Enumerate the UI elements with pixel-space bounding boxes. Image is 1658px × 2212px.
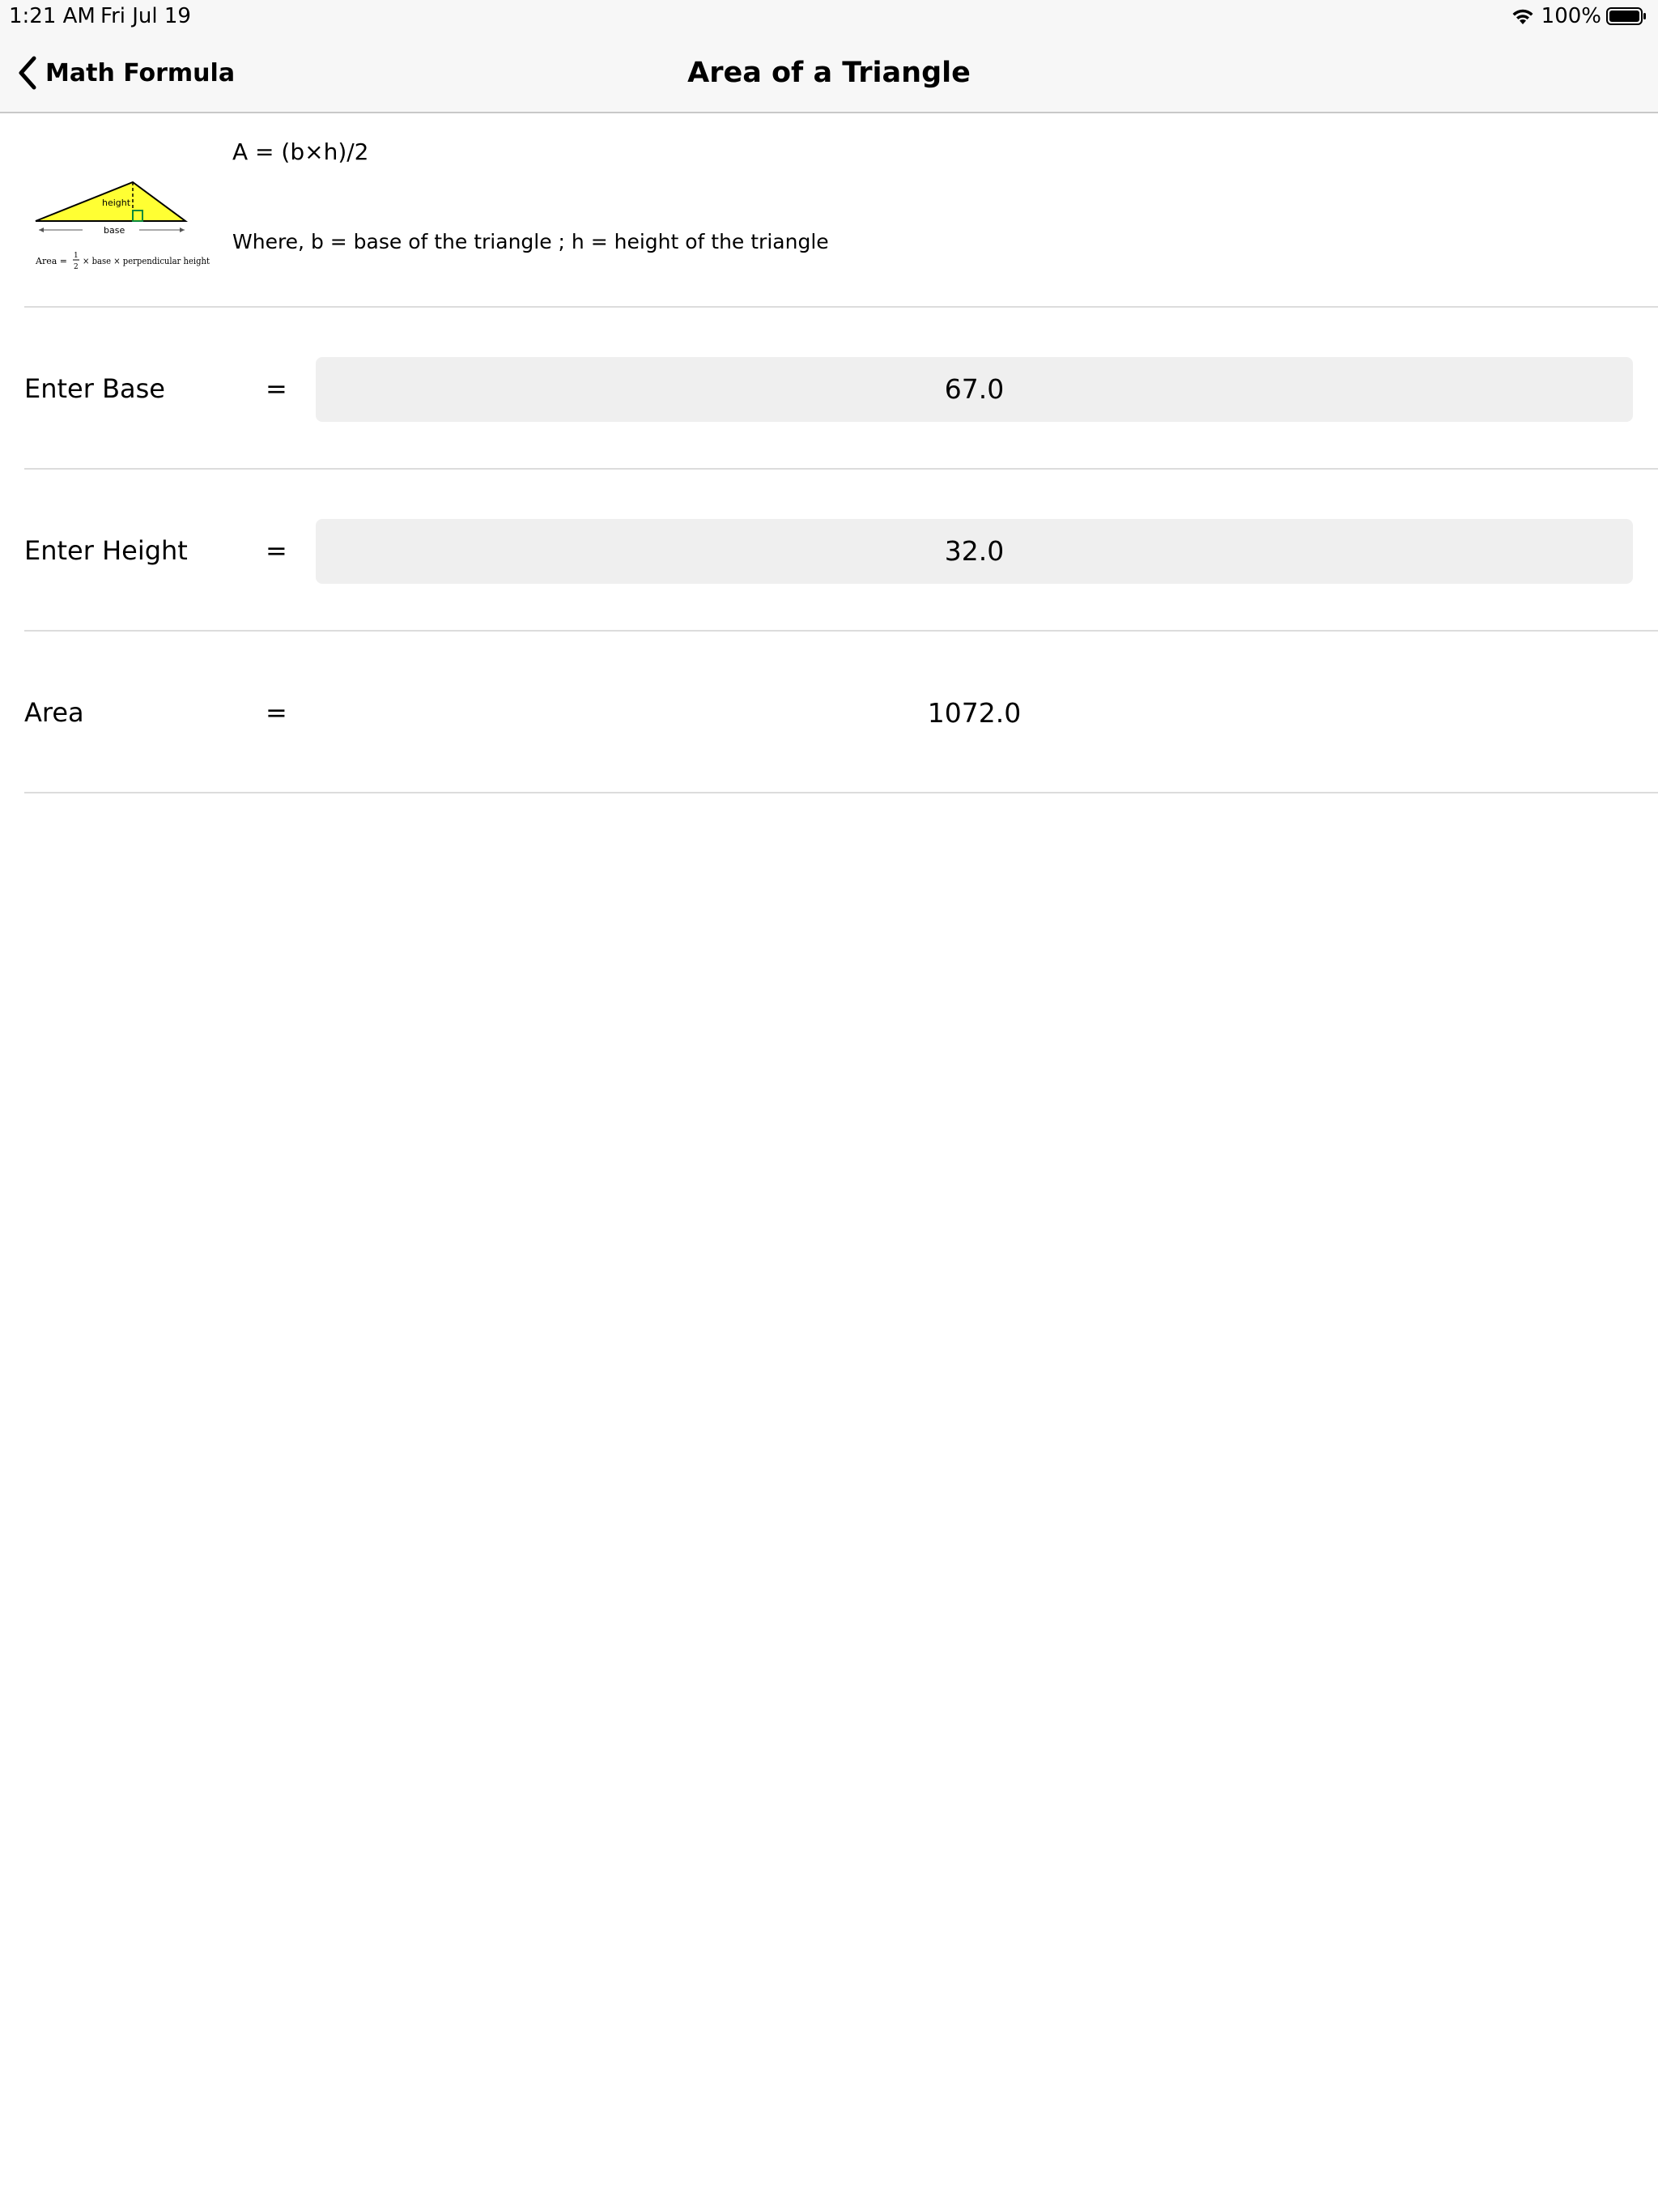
navigation-bar: Math Formula Area of a Triangle: [0, 32, 1658, 113]
height-label: Enter Height: [24, 535, 188, 566]
area-label: Area: [24, 697, 84, 728]
area-result: 1072.0: [927, 697, 1022, 729]
diagram-caption-numerator: 1: [74, 252, 79, 260]
wifi-icon: [1512, 9, 1533, 24]
base-row: Enter Base =: [0, 308, 1658, 470]
battery-icon: [1606, 7, 1646, 25]
status-date: Fri Jul 19: [100, 4, 191, 28]
status-time: 1:21 AM: [9, 4, 96, 28]
base-input[interactable]: [316, 357, 1633, 422]
diagram-caption-suffix: × base × perpendicular height: [83, 256, 210, 266]
battery-percentage: 100%: [1541, 4, 1601, 28]
formula-section: height base Area = 1 2 × base × perpendi…: [0, 113, 1658, 308]
divider: [24, 792, 1658, 793]
screen: 1:21 AM Fri Jul 19 100% Math Formula Are…: [0, 0, 1658, 2212]
equals-sign: =: [266, 697, 287, 728]
area-row: Area = 1072.0: [0, 632, 1658, 793]
equals-sign: =: [266, 535, 287, 566]
equals-sign: =: [266, 373, 287, 404]
base-label: Enter Base: [24, 373, 165, 404]
status-indicators: 100%: [1511, 2, 1647, 30]
status-bar: 1:21 AM Fri Jul 19 100%: [0, 0, 1658, 32]
diagram-base-label: base: [104, 225, 125, 236]
diagram-height-label: height: [102, 198, 131, 208]
formula-description: Where, b = base of the triangle ; h = he…: [232, 230, 829, 253]
diagram-caption-prefix: Area =: [35, 256, 67, 266]
triangle-diagram: height base Area = 1 2 × base × perpendi…: [35, 181, 210, 271]
height-row: Enter Height =: [0, 470, 1658, 632]
formula-text: A = (b×h)/2: [232, 138, 369, 165]
page-title: Area of a Triangle: [687, 57, 971, 89]
diagram-caption-denominator: 2: [74, 263, 79, 271]
height-input[interactable]: [316, 519, 1633, 584]
